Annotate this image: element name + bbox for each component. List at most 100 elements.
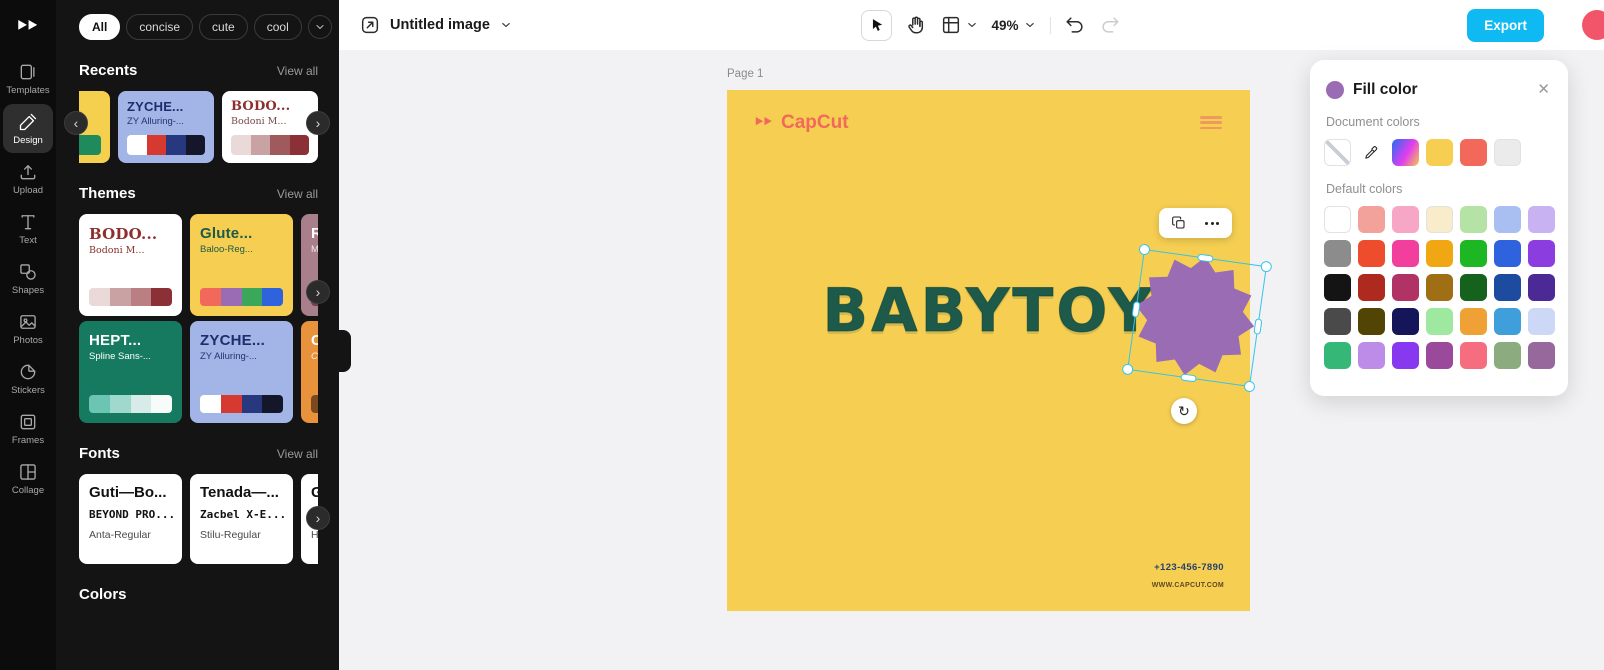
close-icon[interactable]: ✕ (1535, 80, 1552, 99)
duplicate-button[interactable] (1164, 211, 1194, 235)
color-swatch[interactable] (1494, 139, 1521, 166)
filter-chip-concise[interactable]: concise (126, 14, 194, 40)
color-swatch[interactable] (1392, 206, 1419, 233)
color-swatch[interactable] (1426, 206, 1453, 233)
eyedropper-icon[interactable] (1358, 139, 1385, 166)
select-tool-button[interactable] (860, 9, 892, 41)
template-card[interactable]: ZYCHE... ZY Alluring-... (190, 321, 293, 423)
resize-handle[interactable] (1253, 318, 1263, 335)
template-card[interactable]: HEPT... Spline Sans-... (79, 321, 182, 423)
resize-handle[interactable] (1260, 260, 1273, 273)
color-swatch[interactable] (1528, 240, 1555, 267)
chevron-down-icon[interactable] (499, 18, 513, 32)
sidebar-item-collage[interactable]: Collage (3, 454, 53, 503)
resize-handle[interactable] (1131, 301, 1141, 318)
color-swatch[interactable] (1528, 274, 1555, 301)
filter-chip-cute[interactable]: cute (199, 14, 248, 40)
selection-box[interactable] (1121, 243, 1273, 393)
sidebar-item-stickers[interactable]: Stickers (3, 354, 53, 403)
color-swatch[interactable] (1460, 274, 1487, 301)
export-button[interactable]: Export (1467, 8, 1544, 42)
sidebar-item-frames[interactable]: Frames (3, 404, 53, 453)
color-swatch[interactable] (1528, 206, 1555, 233)
color-swatch[interactable] (1494, 240, 1521, 267)
font-card[interactable]: Guti—Bo... BEYOND PRO... Anta-Regular (79, 474, 182, 564)
more-button[interactable] (1197, 211, 1227, 235)
template-card[interactable]: BODO... Bodoni M... (222, 91, 318, 163)
color-swatch[interactable] (1460, 342, 1487, 369)
gradient-swatch[interactable] (1392, 139, 1419, 166)
color-swatch[interactable] (1392, 274, 1419, 301)
template-card[interactable]: BODO... Bodoni M... (79, 214, 182, 316)
sidebar-item-templates[interactable]: Templates (3, 54, 53, 103)
scroll-right-button[interactable]: › (307, 281, 329, 303)
resize-canvas-icon[interactable] (359, 14, 381, 36)
panel-collapse-handle[interactable] (339, 330, 351, 372)
recents-view-all[interactable]: View all (277, 64, 318, 78)
color-swatch[interactable] (1358, 342, 1385, 369)
color-swatch[interactable] (1460, 139, 1487, 166)
template-card[interactable]: ZYCHE... ZY Alluring-... (118, 91, 214, 163)
filter-chip-all[interactable]: All (79, 14, 121, 40)
poster-phone-text[interactable]: +123-456-7890 (1154, 562, 1224, 573)
color-swatch[interactable] (1358, 274, 1385, 301)
color-swatch[interactable] (1392, 342, 1419, 369)
zoom-level[interactable]: 49% (991, 18, 1018, 33)
sidebar-item-photos[interactable]: Photos (3, 304, 53, 353)
color-swatch[interactable] (1324, 274, 1351, 301)
poster-brand[interactable]: CapCut (753, 112, 849, 134)
scroll-right-button[interactable]: › (307, 507, 329, 529)
color-swatch[interactable] (1324, 206, 1351, 233)
color-swatch[interactable] (1392, 240, 1419, 267)
color-swatch[interactable] (1426, 274, 1453, 301)
font-card[interactable]: Tenada—... Zacbel X-E... Stilu-Regular (190, 474, 293, 564)
color-swatch[interactable] (1358, 308, 1385, 335)
poster-menu-icon[interactable] (1200, 116, 1222, 132)
color-swatch[interactable] (1494, 342, 1521, 369)
rotate-handle[interactable]: ↻ (1171, 398, 1197, 424)
color-swatch[interactable] (1460, 240, 1487, 267)
color-swatch[interactable] (1426, 240, 1453, 267)
chips-more-button[interactable] (307, 15, 332, 39)
color-swatch[interactable] (1426, 342, 1453, 369)
color-swatch[interactable] (1528, 308, 1555, 335)
color-swatch[interactable] (1528, 342, 1555, 369)
color-swatch[interactable] (1460, 206, 1487, 233)
capcut-logo-icon[interactable] (13, 12, 43, 42)
chevron-down-icon[interactable] (964, 18, 978, 32)
color-swatch[interactable] (1426, 308, 1453, 335)
resize-handle[interactable] (1243, 380, 1256, 393)
color-swatch[interactable] (1426, 139, 1453, 166)
resize-handle[interactable] (1138, 243, 1151, 256)
color-swatch[interactable] (1460, 308, 1487, 335)
color-swatch[interactable] (1358, 206, 1385, 233)
document-title[interactable]: Untitled image (390, 17, 490, 33)
color-swatch[interactable] (1494, 274, 1521, 301)
themes-view-all[interactable]: View all (277, 187, 318, 201)
color-swatch[interactable] (1324, 308, 1351, 335)
chevron-down-icon[interactable] (1023, 18, 1037, 32)
no-color-swatch[interactable] (1324, 139, 1351, 166)
scroll-right-button[interactable]: › (307, 112, 329, 134)
sidebar-item-design[interactable]: Design (3, 104, 53, 153)
template-card[interactable]: Glute... Baloo-Reg... (190, 214, 293, 316)
layout-grid-button[interactable] (939, 14, 961, 36)
color-swatch[interactable] (1358, 240, 1385, 267)
poster-website-text[interactable]: WWW.CAPCUT.COM (1152, 582, 1224, 589)
color-swatch[interactable] (1324, 342, 1351, 369)
scroll-left-button[interactable]: ‹ (65, 112, 87, 134)
template-card[interactable]: Ca Cle (301, 321, 318, 423)
color-swatch[interactable] (1494, 206, 1521, 233)
hand-tool-button[interactable] (904, 14, 926, 36)
filter-chip-cool[interactable]: cool (253, 14, 302, 40)
sidebar-item-shapes[interactable]: Shapes (3, 254, 53, 303)
color-swatch[interactable] (1494, 308, 1521, 335)
sidebar-item-upload[interactable]: Upload (3, 154, 53, 203)
color-swatch[interactable] (1392, 308, 1419, 335)
undo-button[interactable] (1064, 14, 1086, 36)
fonts-view-all[interactable]: View all (277, 447, 318, 461)
resize-handle[interactable] (1197, 253, 1214, 263)
avatar[interactable] (1582, 10, 1604, 40)
sidebar-item-text[interactable]: Text (3, 204, 53, 253)
redo-button[interactable] (1099, 14, 1121, 36)
